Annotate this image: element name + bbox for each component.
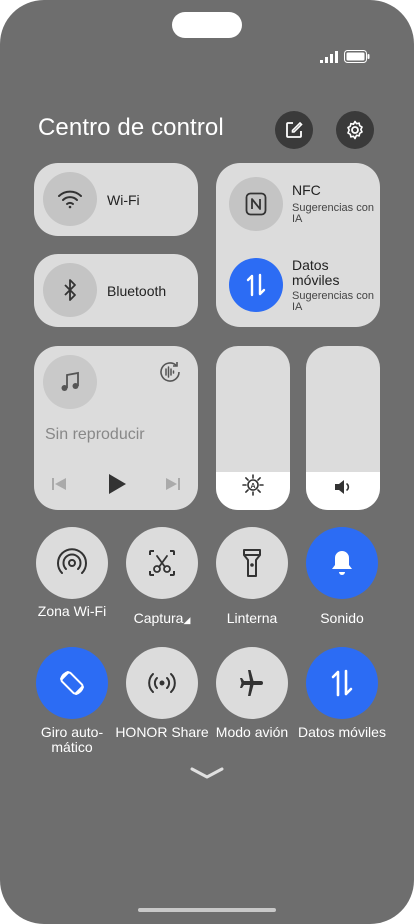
airplane-mode-button[interactable] [216, 647, 288, 719]
signal-icon [320, 50, 338, 63]
auto-rotate-label: Giro auto-mático [40, 724, 104, 755]
honor-share-label: HONOR Share [115, 724, 209, 740]
airplane-icon [240, 670, 263, 696]
dynamic-island [172, 12, 242, 38]
play-icon[interactable] [107, 473, 127, 495]
sound-button[interactable] [306, 527, 378, 599]
music-note-icon [61, 371, 79, 391]
screenshot-button[interactable] [126, 527, 198, 599]
nfc-data-tile: NFC Sugerencias con IA Datos móviles Sug… [216, 163, 380, 327]
bell-icon [332, 551, 352, 575]
hotspot-label: Zona Wi-Fi [22, 604, 122, 619]
media-status: Sin reproducir [45, 426, 145, 443]
honor-share-button[interactable] [126, 647, 198, 719]
mobile-data-label: Datos móviles [292, 257, 340, 288]
status-bar [320, 50, 370, 63]
next-track-icon[interactable] [165, 476, 181, 492]
hotspot-icon [57, 548, 87, 574]
mobile-data-button[interactable] [306, 647, 378, 719]
flashlight-label: Linterna [226, 610, 278, 626]
screenshot-label-text: Captura [133, 610, 184, 626]
dropdown-indicator-icon[interactable]: ◢ [183, 615, 190, 625]
bluetooth-label: Bluetooth [107, 283, 167, 299]
screenshot-icon [149, 550, 175, 576]
flashlight-icon [243, 549, 261, 577]
gear-icon [347, 120, 363, 140]
volume-slider[interactable] [306, 346, 380, 510]
hotspot-button[interactable] [36, 527, 108, 599]
mobile-data-icon [246, 273, 266, 297]
media-artwork [43, 355, 97, 409]
mobile-data-button-label: Datos móviles [298, 724, 386, 740]
media-player-tile[interactable]: Sin reproducir [34, 346, 198, 510]
sound-label: Sonido [320, 610, 364, 626]
audio-output-icon[interactable] [157, 359, 183, 385]
settings-button[interactable] [336, 111, 374, 149]
nfc-icon [245, 192, 267, 216]
battery-icon [344, 50, 370, 63]
flashlight-button[interactable] [216, 527, 288, 599]
nfc-toggle[interactable] [229, 177, 283, 231]
edit-button[interactable] [275, 111, 313, 149]
auto-rotate-button[interactable] [36, 647, 108, 719]
control-center-screen: Centro de control Wi-Fi Bluetooth NFC Su… [0, 0, 414, 924]
mobile-data-sub-label: Sugerencias con IA [292, 290, 374, 313]
hotspot-label-text: Zona Wi-Fi [37, 603, 107, 619]
brightness-slider[interactable]: A [216, 346, 290, 510]
mobile-data-icon [331, 669, 353, 697]
home-indicator[interactable] [138, 908, 276, 912]
wifi-label: Wi-Fi [107, 192, 140, 208]
wifi-icon [58, 190, 82, 209]
previous-track-icon[interactable] [51, 476, 67, 492]
screenshot-label: Captura◢ [112, 611, 212, 628]
bluetooth-tile[interactable]: Bluetooth [34, 254, 198, 327]
share-icon [148, 673, 176, 693]
wifi-toggle[interactable] [43, 172, 97, 226]
chevron-down-icon[interactable] [189, 766, 225, 780]
page-title: Centro de control [38, 114, 224, 141]
auto-rotate-icon [60, 671, 84, 695]
nfc-label: NFC [292, 182, 321, 198]
svg-text:A: A [250, 483, 255, 490]
bluetooth-icon [64, 279, 76, 301]
wifi-tile[interactable]: Wi-Fi [34, 163, 198, 236]
speaker-icon [335, 480, 350, 494]
airplane-mode-label: Modo avión [215, 724, 289, 740]
nfc-sub-label: Sugerencias con IA [292, 202, 374, 225]
mobile-data-toggle[interactable] [229, 258, 283, 312]
bluetooth-toggle[interactable] [43, 263, 97, 317]
edit-icon [286, 121, 303, 138]
auto-brightness-icon: A [242, 474, 264, 496]
